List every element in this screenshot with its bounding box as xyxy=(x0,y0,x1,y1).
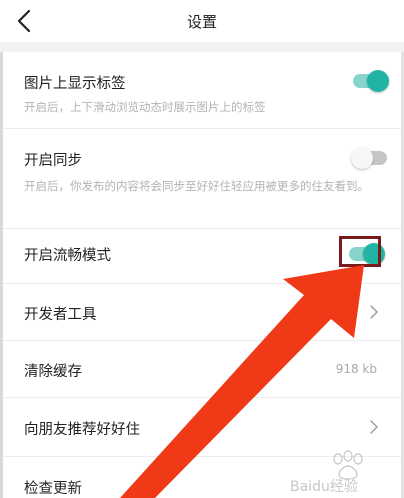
page-title: 设置 xyxy=(186,13,217,31)
setting-row-developer-tools[interactable]: 开发者工具 xyxy=(3,284,401,341)
setting-row-clear-cache[interactable]: 清除缓存 918 kb xyxy=(3,341,401,398)
setting-row-smooth-mode: 开启流畅模式 xyxy=(3,229,401,284)
setting-label-clear-cache: 清除缓存 xyxy=(24,364,82,380)
setting-row-sync: 开启同步 开启后，你发布的内容将会同步至好好住轻应用被更多的住友看到。 xyxy=(3,129,401,229)
setting-desc-sync: 开启后，你发布的内容将会同步至好好住轻应用被更多的住友看到。 xyxy=(24,179,369,193)
section-gap xyxy=(0,42,404,52)
sync-toggle[interactable] xyxy=(351,145,387,171)
header-bar: 设置 xyxy=(0,0,404,42)
setting-label-show-tags: 图片上显示标签 xyxy=(24,76,126,92)
setting-desc-show-tags: 开启后，上下滑动浏览动态时展示图片上的标签 xyxy=(24,100,266,114)
setting-row-show-tags: 图片上显示标签 开启后，上下滑动浏览动态时展示图片上的标签 xyxy=(3,52,401,129)
setting-row-check-update[interactable]: 检查更新 xyxy=(3,457,401,498)
toggle-knob xyxy=(367,70,389,92)
setting-label-check-update: 检查更新 xyxy=(24,481,82,497)
toggle-knob xyxy=(363,243,385,265)
chevron-right-icon xyxy=(370,305,378,319)
show-tags-toggle[interactable] xyxy=(353,68,389,94)
setting-label-sync: 开启同步 xyxy=(24,153,82,169)
setting-row-recommend[interactable]: 向朋友推荐好好住 xyxy=(3,398,401,457)
toggle-knob xyxy=(351,147,373,169)
settings-screen: 设置 图片上显示标签 开启后，上下滑动浏览动态时展示图片上的标签 开启同步 开启… xyxy=(0,0,404,498)
chevron-right-icon xyxy=(370,420,378,434)
setting-label-developer-tools: 开发者工具 xyxy=(24,307,97,323)
setting-label-smooth-mode: 开启流畅模式 xyxy=(24,248,111,264)
setting-label-recommend: 向朋友推荐好好住 xyxy=(24,422,140,438)
cache-size-value: 918 kb xyxy=(335,362,377,376)
smooth-mode-toggle[interactable] xyxy=(349,241,385,267)
